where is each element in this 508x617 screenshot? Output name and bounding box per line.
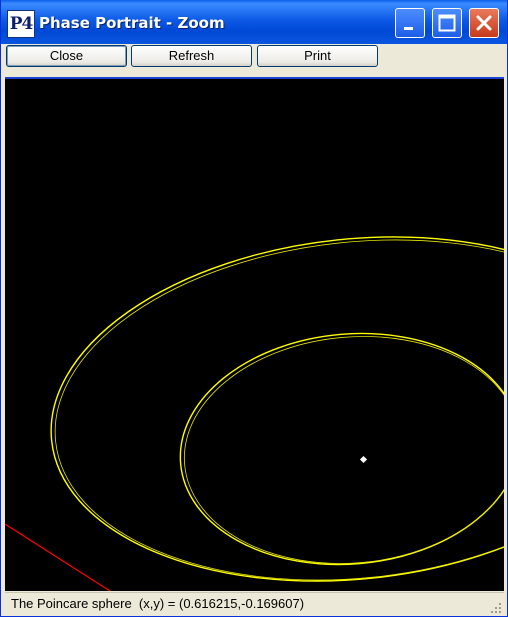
inner-orbit-trace (183, 336, 504, 564)
maximize-button[interactable] (432, 8, 462, 38)
outer-orbit (50, 236, 504, 582)
close-icon (476, 15, 492, 31)
close-window-button[interactable] (469, 8, 499, 38)
outer-orbit-trace (54, 239, 504, 581)
p4-app-icon: P4 (7, 10, 35, 38)
status-bar: The Poincare sphere (x,y) = (0.616215,-0… (5, 592, 504, 616)
window-title: Phase Portrait - Zoom (39, 14, 225, 32)
phase-portrait-window: P4 Phase Portrait - Zoom Close Refresh P… (0, 0, 508, 617)
separatrix-line (5, 523, 111, 591)
minimize-icon (404, 27, 413, 30)
minimize-button[interactable] (395, 8, 425, 38)
close-button[interactable]: Close (6, 45, 127, 67)
print-button[interactable]: Print (257, 45, 378, 67)
inner-orbit (179, 332, 504, 566)
phase-portrait-plot (5, 236, 504, 591)
title-bar[interactable]: P4 Phase Portrait - Zoom (1, 0, 507, 44)
refresh-button[interactable]: Refresh (131, 45, 252, 67)
singular-point (359, 455, 368, 464)
phase-portrait-canvas[interactable] (5, 79, 504, 591)
maximize-icon (438, 14, 456, 32)
resize-grip-icon[interactable] (490, 602, 502, 614)
toolbar: Close Refresh Print (1, 44, 507, 76)
status-text: The Poincare sphere (x,y) = (0.616215,-0… (11, 596, 305, 611)
